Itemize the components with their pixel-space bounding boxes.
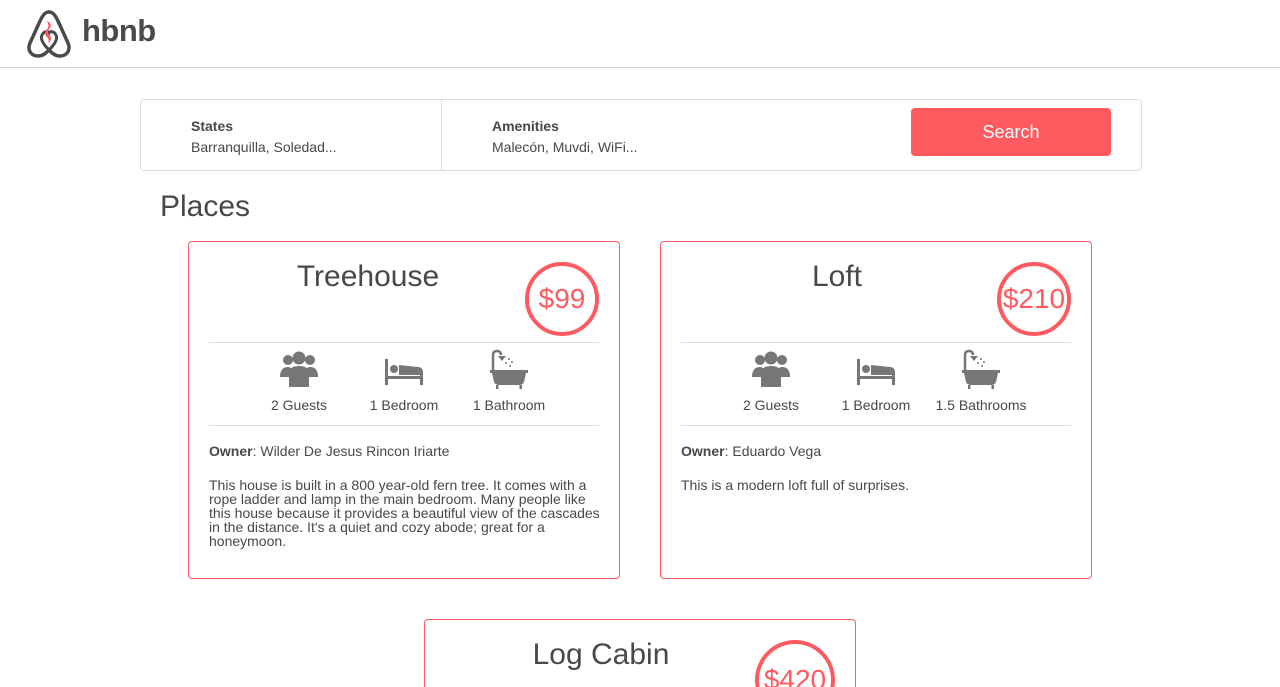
owner-info: Owner: Eduardo Vega	[681, 443, 821, 459]
place-name: Log Cabin	[532, 638, 670, 671]
brand-name: hbnb	[82, 13, 156, 48]
bathtub-icon	[962, 349, 1000, 389]
places-title: Places	[160, 190, 251, 223]
place-description: This is a modern loft full of surprises.	[681, 477, 909, 493]
search-button[interactable]: Search	[911, 108, 1111, 156]
place-info: 2 Guests 1 Bedroom 1.5 Bathrooms	[681, 342, 1071, 426]
price-badge: $210	[997, 262, 1071, 336]
bathrooms-info: 1 Bathroom	[454, 343, 564, 425]
owner-name: : Wilder De Jesus Rincon Iriarte	[252, 443, 450, 459]
guests-icon	[280, 351, 318, 387]
bathrooms-label: 1.5 Bathrooms	[935, 397, 1027, 413]
place-name: Treehouse	[296, 260, 440, 293]
filters-bar: States Barranquilla, Soledad... Amenitie…	[140, 99, 1142, 171]
states-filter-title: States	[191, 118, 234, 134]
amenities-filter[interactable]: Amenities Malecón, Muvdi, WiFi...	[442, 100, 882, 170]
guests-info: 2 Guests	[716, 343, 826, 425]
amenities-filter-title: Amenities	[492, 118, 559, 134]
guests-label: 2 Guests	[270, 397, 328, 413]
price-badge: $99	[525, 262, 599, 336]
owner-name: : Eduardo Vega	[724, 443, 822, 459]
place-card-loft: Loft $210 2 Guests 1 Bedroom 1.5 Bathroo…	[660, 241, 1092, 579]
place-card-treehouse: Treehouse $99 2 Guests 1 Bedroom 1 Bathr…	[188, 241, 620, 579]
amenities-filter-value: Malecón, Muvdi, WiFi...	[492, 139, 638, 155]
owner-info: Owner: Wilder De Jesus Rincon Iriarte	[209, 443, 449, 459]
bathrooms-info: 1.5 Bathrooms	[926, 343, 1036, 425]
bathrooms-label: 1 Bathroom	[472, 397, 546, 413]
owner-label: Owner	[681, 443, 725, 459]
guests-info: 2 Guests	[244, 343, 354, 425]
bedrooms-info: 1 Bedroom	[821, 343, 931, 425]
guests-label: 2 Guests	[742, 397, 800, 413]
bed-icon	[385, 359, 423, 385]
bedrooms-info: 1 Bedroom	[349, 343, 459, 425]
place-description: This house is built in a 800 year-old fe…	[209, 477, 600, 549]
bathtub-icon	[490, 349, 528, 389]
bedrooms-label: 1 Bedroom	[369, 397, 439, 413]
owner-label: Owner	[209, 443, 253, 459]
bed-icon	[857, 359, 895, 385]
site-header: hbnb	[0, 0, 1280, 68]
place-card-log-cabin: Log Cabin $420	[424, 619, 856, 687]
states-filter[interactable]: States Barranquilla, Soledad...	[141, 100, 442, 170]
airbnb-logo-icon[interactable]	[26, 9, 72, 59]
place-info: 2 Guests 1 Bedroom 1 Bathroom	[209, 342, 599, 426]
states-filter-value: Barranquilla, Soledad...	[191, 139, 337, 155]
place-name: Loft	[811, 260, 863, 293]
guests-icon	[752, 351, 790, 387]
bedrooms-label: 1 Bedroom	[841, 397, 911, 413]
